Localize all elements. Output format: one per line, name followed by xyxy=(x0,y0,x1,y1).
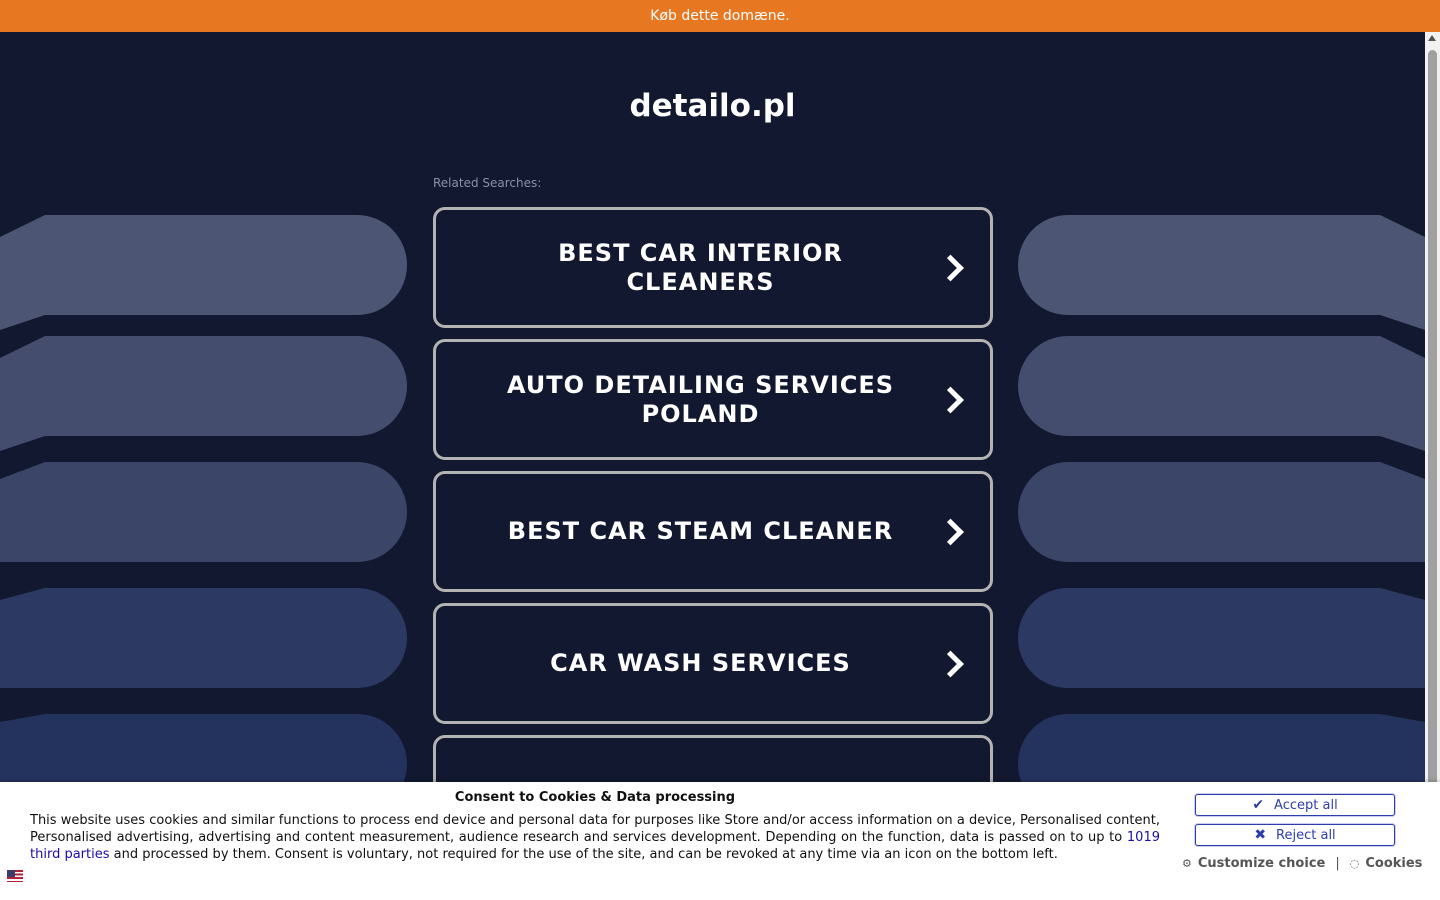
check-icon: ✔ xyxy=(1252,797,1265,813)
consent-text: This website uses cookies and similar fu… xyxy=(30,812,1160,863)
search-link-auto-detailing-services-poland[interactable]: AUTO DETAILING SERVICES POLAND xyxy=(433,339,993,460)
related-searches-label: Related Searches: xyxy=(433,176,542,190)
cookie-consent-panel: Consent to Cookies & Data processing Thi… xyxy=(0,782,1440,900)
cookies-label: Cookies xyxy=(1365,856,1423,871)
consent-text-after: and processed by them. Consent is volunt… xyxy=(109,847,1058,862)
consent-text-before: This website uses cookies and similar fu… xyxy=(30,813,1160,845)
search-link-label: AUTO DETAILING SERVICES POLAND xyxy=(506,370,895,428)
chevron-right-icon xyxy=(937,650,964,677)
left-pills xyxy=(0,215,407,782)
consent-title: Consent to Cookies & Data processing xyxy=(454,790,736,805)
consent-secondary-links: ⚙ Customize choice | ◌ Cookies xyxy=(1182,856,1422,871)
chevron-right-icon xyxy=(937,518,964,545)
reject-all-button[interactable]: ✖ Reject all xyxy=(1195,824,1395,846)
reject-all-label: Reject all xyxy=(1276,827,1336,843)
related-searches-list: BEST CAR INTERIOR CLEANERS AUTO DETAILIN… xyxy=(433,207,993,867)
search-link-best-car-interior-cleaners[interactable]: BEST CAR INTERIOR CLEANERS xyxy=(433,207,993,328)
accept-all-label: Accept all xyxy=(1274,797,1338,813)
language-flag-icon[interactable] xyxy=(7,870,23,882)
search-link-car-wash-services[interactable]: CAR WASH SERVICES xyxy=(433,603,993,724)
accept-all-button[interactable]: ✔ Accept all xyxy=(1195,794,1395,816)
buy-domain-banner[interactable]: Køb dette domæne. xyxy=(0,0,1440,32)
customize-choice-link[interactable]: ⚙ Customize choice xyxy=(1182,856,1325,871)
scroll-thumb[interactable] xyxy=(1428,50,1437,810)
page-scrollbar[interactable] xyxy=(1425,32,1440,810)
cookies-link[interactable]: ◌ Cookies xyxy=(1350,856,1423,871)
chevron-right-icon xyxy=(937,386,964,413)
scroll-up-arrow-icon[interactable] xyxy=(1428,35,1436,41)
search-link-best-car-steam-cleaner[interactable]: BEST CAR STEAM CLEANER xyxy=(433,471,993,592)
buy-domain-label: Køb dette domæne. xyxy=(650,8,790,24)
right-pills xyxy=(1018,215,1425,782)
chevron-right-icon xyxy=(937,254,964,281)
cookie-icon: ◌ xyxy=(1349,857,1360,870)
search-link-label: BEST CAR INTERIOR CLEANERS xyxy=(558,238,843,296)
domain-title: detailo.pl xyxy=(629,88,796,124)
search-link-label: CAR WASH SERVICES xyxy=(550,649,851,677)
customize-choice-label: Customize choice xyxy=(1197,856,1326,871)
gear-icon: ⚙ xyxy=(1182,857,1192,870)
close-icon: ✖ xyxy=(1254,827,1267,843)
search-link-label: BEST CAR STEAM CLEANER xyxy=(507,517,894,545)
link-separator: | xyxy=(1335,856,1340,871)
